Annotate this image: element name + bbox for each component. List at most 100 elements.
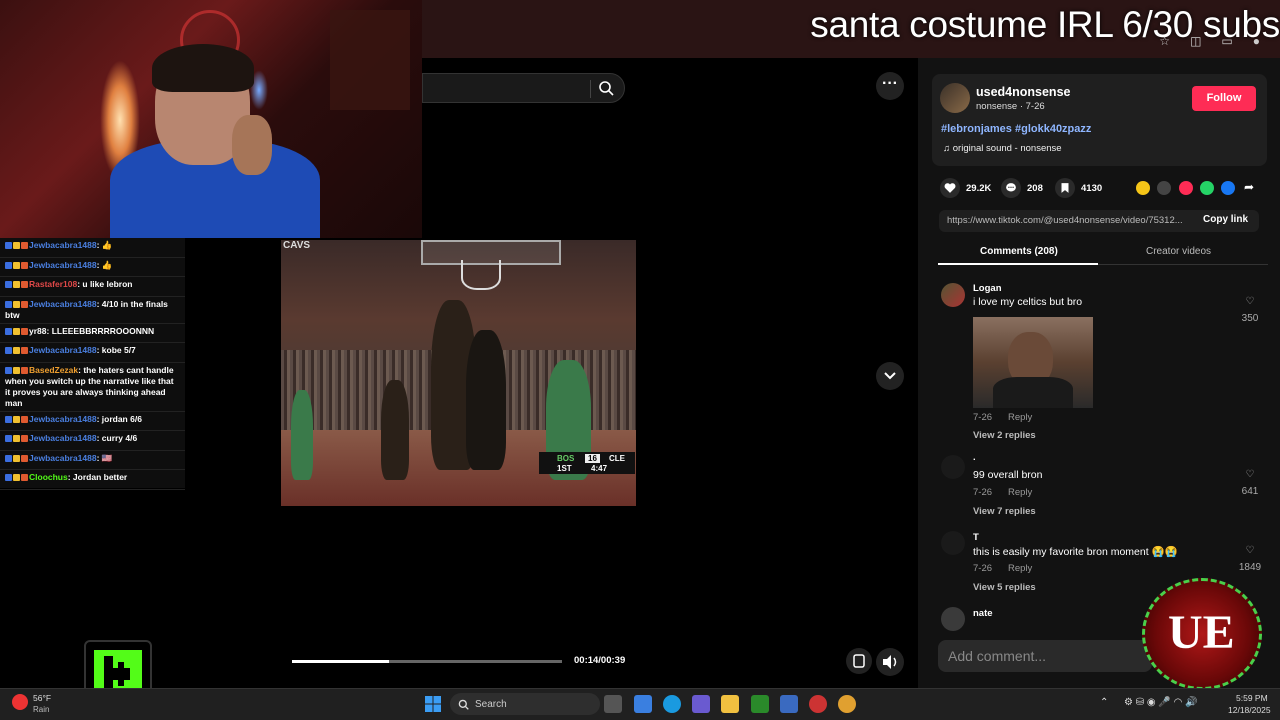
- comment-avatar[interactable]: [941, 607, 965, 631]
- tray-chevron-icon[interactable]: ⌃: [1100, 697, 1108, 708]
- chat-username[interactable]: Jewbacabra1488: [29, 260, 97, 270]
- chat-badge-icon: [21, 474, 28, 482]
- chat-message: Jewbacabra1488: 🇺🇸: [0, 451, 185, 470]
- sound-link[interactable]: ♫ original sound - nonsense: [943, 143, 1062, 154]
- clock-date[interactable]: 12/18/2025: [1228, 705, 1271, 715]
- like-button[interactable]: 29.2K: [940, 178, 991, 198]
- task-view-icon[interactable]: [604, 695, 622, 713]
- comment-avatar[interactable]: [941, 455, 965, 479]
- comment-author[interactable]: T: [973, 532, 979, 543]
- chevron-down-icon: [884, 372, 896, 380]
- comment-author[interactable]: Logan: [973, 283, 1002, 294]
- chat-badge-icon: [5, 300, 12, 308]
- tray-icons[interactable]: ⚙ ⛁ ◉ 🎤 ◠ 🔊: [1124, 697, 1198, 708]
- comment-author[interactable]: .: [973, 452, 976, 463]
- next-video-button[interactable]: [876, 362, 904, 390]
- tab-creator-videos[interactable]: Creator videos: [1146, 246, 1211, 257]
- view-replies-button[interactable]: View 2 replies: [973, 430, 1036, 441]
- reply-button[interactable]: Reply: [1008, 487, 1032, 498]
- creator-avatar[interactable]: [940, 83, 970, 113]
- comment-like-count: 641: [1241, 486, 1259, 497]
- profile-icon[interactable]: ●: [1253, 34, 1260, 48]
- tab-comments[interactable]: Comments (208): [980, 246, 1058, 257]
- whatsapp-icon[interactable]: [1200, 181, 1214, 195]
- weather-icon[interactable]: [12, 694, 28, 710]
- follow-button[interactable]: Follow: [1192, 86, 1256, 111]
- weather-description: Rain: [33, 705, 50, 714]
- sidebar-icon[interactable]: ▭: [1221, 34, 1232, 48]
- weather-temperature[interactable]: 56°F: [33, 693, 51, 703]
- coin-share-icon[interactable]: [1136, 181, 1150, 195]
- xbox-icon[interactable]: [751, 695, 769, 713]
- chat-badge-icon: [13, 435, 20, 443]
- chat-badge-icon: [21, 281, 28, 289]
- comment-icon: [1006, 183, 1016, 192]
- hashtags[interactable]: #lebronjames #glokk40zpazz: [941, 123, 1091, 135]
- chat-username[interactable]: Jewbacabra1488: [29, 453, 97, 463]
- extension-icon[interactable]: ◫: [1190, 34, 1201, 48]
- send-icon[interactable]: [1179, 181, 1193, 195]
- chat-username[interactable]: yr88: [29, 326, 47, 336]
- view-replies-button[interactable]: View 7 replies: [973, 506, 1036, 517]
- copy-link-button[interactable]: Copy link: [1203, 214, 1248, 225]
- comment-like-icon[interactable]: ♡: [1235, 296, 1265, 307]
- store-icon[interactable]: [780, 695, 798, 713]
- windows-start-icon[interactable]: [425, 696, 441, 712]
- chat-username[interactable]: BasedZezak: [29, 365, 78, 375]
- obs-icon[interactable]: [809, 695, 827, 713]
- reply-button[interactable]: Reply: [1008, 412, 1032, 423]
- view-replies-button[interactable]: View 5 replies: [973, 582, 1036, 593]
- chat-username[interactable]: Cloochus: [29, 472, 68, 482]
- save-button[interactable]: 4130: [1055, 178, 1102, 198]
- embed-icon[interactable]: [1157, 181, 1171, 195]
- teams-icon[interactable]: [692, 695, 710, 713]
- chat-username[interactable]: Jewbacabra1488: [29, 240, 97, 250]
- chat-username[interactable]: Jewbacabra1488: [29, 299, 97, 309]
- chat-username[interactable]: Rastafer108: [29, 279, 77, 289]
- bookmark-icon: [1061, 183, 1069, 193]
- chrome-icon[interactable]: [838, 695, 856, 713]
- comment-avatar[interactable]: [941, 531, 965, 555]
- chat-text: : 🇺🇸: [96, 452, 113, 463]
- comment-date: 7-26: [973, 412, 993, 423]
- chat-username[interactable]: Jewbacabra1488: [29, 414, 97, 424]
- chat-badge-icon: [13, 366, 20, 374]
- copilot-icon[interactable]: [634, 695, 652, 713]
- chat-badge-icon: [5, 474, 12, 482]
- chat-badge-icon: [5, 435, 12, 443]
- chat-badge-icon: [5, 347, 12, 355]
- star-icon[interactable]: ☆: [1159, 34, 1170, 48]
- miniplayer-button[interactable]: [846, 648, 872, 674]
- video-player[interactable]: CAVS BOS 16 CLE 1ST 4:47: [281, 240, 636, 506]
- comment-like-icon[interactable]: ♡: [1235, 545, 1265, 556]
- chat-username[interactable]: Jewbacabra1488: [29, 433, 97, 443]
- webcam-feed: [0, 0, 422, 238]
- taskbar-search[interactable]: [450, 693, 600, 715]
- creator-name[interactable]: used4nonsense: [976, 85, 1070, 99]
- comment-author[interactable]: nate: [973, 608, 993, 619]
- comment-button[interactable]: 208: [1001, 178, 1043, 198]
- volume-icon: [883, 655, 897, 669]
- chat-username[interactable]: Jewbacabra1488: [29, 345, 97, 355]
- more-options-button[interactable]: ···: [876, 72, 904, 100]
- search-icon[interactable]: [598, 80, 614, 96]
- facebook-icon[interactable]: [1221, 181, 1235, 195]
- chat-badge-icon: [5, 327, 12, 335]
- clock-time[interactable]: 5:59 PM: [1236, 693, 1268, 703]
- chat-message: Jewbacabra1488: 👍: [0, 258, 185, 277]
- volume-button[interactable]: [876, 648, 904, 676]
- comment-like-icon[interactable]: ♡: [1235, 469, 1265, 480]
- chat-text: : jordan 6/6: [96, 413, 142, 424]
- reply-button[interactable]: Reply: [1008, 563, 1032, 574]
- video-url[interactable]: https://www.tiktok.com/@used4nonsense/vi…: [947, 215, 1192, 226]
- search-input[interactable]: [422, 73, 625, 103]
- share-arrow-icon[interactable]: ➦: [1244, 180, 1254, 194]
- chat-badge-icon: [21, 366, 28, 374]
- comment-image[interactable]: [973, 317, 1093, 408]
- video-time: 00:14/00:39: [574, 655, 626, 666]
- comment-avatar[interactable]: [941, 283, 965, 307]
- edge-icon[interactable]: [663, 695, 681, 713]
- comment-like-count: 350: [1241, 313, 1259, 324]
- chat-badge-icon: [13, 415, 20, 423]
- file-explorer-icon[interactable]: [721, 695, 739, 713]
